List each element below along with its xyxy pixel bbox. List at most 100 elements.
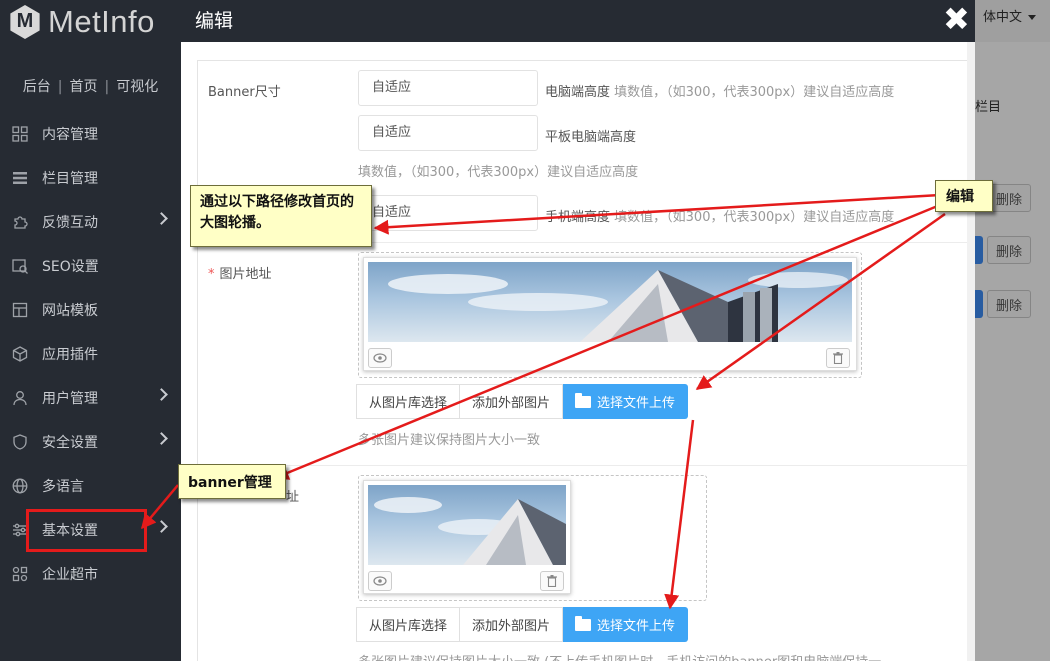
top-links: 后台 | 首页 | 可视化	[0, 76, 181, 96]
pc-height-hint: 电脑端高度 填数值，（如300，代表300px）建议自适应高度	[545, 81, 894, 100]
image-hint: 多张图片建议保持图片大小一致	[358, 433, 541, 448]
modal-backdrop	[975, 0, 1050, 661]
mobile-banner-image	[368, 485, 566, 565]
sidebar-item-template[interactable]: 网站模板	[0, 288, 181, 332]
mobile-height-hint-text: 填数值，（如300，代表300px）建议自适应高度	[614, 210, 895, 225]
add-external-image-button[interactable]: 添加外部图片	[460, 607, 564, 642]
image-thumbnail	[363, 257, 857, 371]
banner-image-drawing	[388, 270, 848, 342]
sidebar-item-label: SEO设置	[42, 259, 99, 275]
close-icon[interactable]: ✖	[943, 1, 970, 37]
chevron-right-icon	[155, 520, 168, 533]
globe-icon	[12, 478, 28, 494]
sidebar-item-language[interactable]: 多语言	[0, 464, 181, 508]
delete-image-button[interactable]	[826, 348, 850, 368]
pc-height-label: 电脑端高度	[545, 85, 611, 100]
highlight-basic-settings	[26, 509, 147, 552]
metinfo-logo[interactable]: MetInfo	[8, 2, 155, 42]
logo-text: MetInfo	[48, 4, 155, 39]
eye-icon	[373, 576, 387, 586]
form-panel: Banner尺寸 自适应 电脑端高度 填数值，（如300，代表300px）建议自…	[197, 60, 968, 661]
sidebar-item-content[interactable]: 内容管理	[0, 112, 181, 156]
link-backend[interactable]: 后台	[23, 79, 51, 95]
upload-file-label: 选择文件上传	[597, 619, 676, 634]
separator: |	[104, 79, 110, 95]
sidebar-item-users[interactable]: 用户管理	[0, 376, 181, 420]
mobile-height-label: 手机端高度	[545, 210, 611, 225]
sidebar-item-marketplace[interactable]: 企业超市	[0, 552, 181, 596]
chevron-right-icon	[155, 432, 168, 445]
image-url-label: * 图片地址	[208, 263, 272, 282]
folder-open-icon	[575, 615, 592, 631]
edit-callout: 编辑	[935, 180, 993, 212]
sidebar-item-label: 企业超市	[42, 567, 98, 583]
sidebar-item-seo[interactable]: SEO设置	[0, 244, 181, 288]
banner-image	[368, 262, 852, 342]
mobile-height-hint: 手机端高度 填数值，（如300，代表300px）建议自适应高度	[545, 206, 894, 225]
cube-icon	[12, 346, 28, 362]
user-icon	[13, 391, 27, 406]
sidebar-item-feedback[interactable]: 反馈互动	[0, 200, 181, 244]
upload-file-label: 选择文件上传	[597, 396, 676, 411]
tablet-height-label: 平板电脑端高度	[545, 130, 637, 145]
sidebar-item-label: 安全设置	[42, 435, 98, 451]
sidebar-item-label: 多语言	[42, 479, 84, 495]
sidebar-item-label: 用户管理	[42, 391, 98, 407]
mobile-image-upload-area	[358, 475, 707, 601]
link-visual[interactable]: 可视化	[116, 79, 158, 95]
chevron-right-icon	[155, 212, 168, 225]
divider	[198, 465, 967, 466]
choose-from-library-button[interactable]: 从图片库选择	[356, 384, 461, 419]
shield-icon	[13, 434, 27, 450]
link-home[interactable]: 首页	[70, 79, 98, 95]
modal-title: 编辑	[195, 10, 234, 32]
banner-size-label: Banner尺寸	[208, 85, 281, 100]
upload-buttons: 从图片库选择 添加外部图片 选择文件上传	[356, 384, 689, 419]
mobile-image-hint: 多张图片建议保持图片大小一致 (不上传手机图片时，手机访问的banner图和电脑…	[358, 651, 958, 661]
sidebar-item-plugins[interactable]: 应用插件	[0, 332, 181, 376]
sidebar-item-label: 应用插件	[42, 347, 98, 363]
template-icon	[12, 302, 28, 318]
image-upload-area	[358, 252, 862, 378]
banner-management-callout: banner管理	[178, 464, 286, 499]
path-note-callout: 通过以下路径修改首页的大图轮播。	[190, 185, 372, 247]
sidebar-item-label: 反馈互动	[42, 215, 98, 231]
pc-height-input[interactable]: 自适应	[358, 70, 538, 106]
sidebar: MetInfo 后台 | 首页 | 可视化 内容管理 栏目管理 反馈互动 SEO设置 网…	[0, 0, 181, 661]
sidebar-item-label: 内容管理	[42, 127, 98, 143]
trash-icon	[547, 575, 557, 587]
chevron-right-icon	[155, 388, 168, 401]
folder-open-icon	[575, 392, 592, 408]
sidebar-item-security[interactable]: 安全设置	[0, 420, 181, 464]
upload-file-button[interactable]: 选择文件上传	[563, 384, 689, 419]
add-external-image-button[interactable]: 添加外部图片	[460, 384, 564, 419]
preview-button[interactable]	[368, 571, 392, 591]
modal-scrollbar[interactable]	[967, 42, 975, 661]
grid-icon	[12, 126, 28, 142]
image-url-label-text: 图片地址	[219, 267, 272, 282]
upload-file-button[interactable]: 选择文件上传	[563, 607, 689, 642]
preview-button[interactable]	[368, 348, 392, 368]
tablet-height-hint: 填数值，（如300，代表300px）建议自适应高度	[358, 165, 639, 180]
mobile-height-input[interactable]: 自适应	[358, 195, 538, 231]
apps-icon	[12, 566, 28, 582]
sidebar-item-label: 网站模板	[42, 303, 98, 319]
sidebar-item-columns[interactable]: 栏目管理	[0, 156, 181, 200]
puzzle-icon	[14, 216, 28, 229]
mobile-upload-buttons: 从图片库选择 添加外部图片 选择文件上传	[356, 607, 689, 642]
separator: |	[57, 79, 63, 95]
list-icon	[13, 172, 27, 184]
delete-image-button[interactable]	[540, 571, 564, 591]
tablet-height-input[interactable]: 自适应	[358, 115, 538, 151]
required-mark: *	[208, 267, 215, 282]
pc-height-hint-text: 填数值，（如300，代表300px）建议自适应高度	[614, 85, 895, 100]
mobile-banner-image-drawing	[374, 497, 566, 565]
sidebar-item-label: 栏目管理	[42, 171, 98, 187]
choose-from-library-button[interactable]: 从图片库选择	[356, 607, 461, 642]
trash-icon	[833, 352, 843, 364]
eye-icon	[373, 353, 387, 363]
mobile-image-url-label: 址	[286, 490, 300, 505]
mobile-image-thumbnail	[363, 480, 571, 594]
metinfo-logo-icon	[10, 5, 40, 39]
modal-header: 编辑 ✖	[181, 0, 975, 42]
